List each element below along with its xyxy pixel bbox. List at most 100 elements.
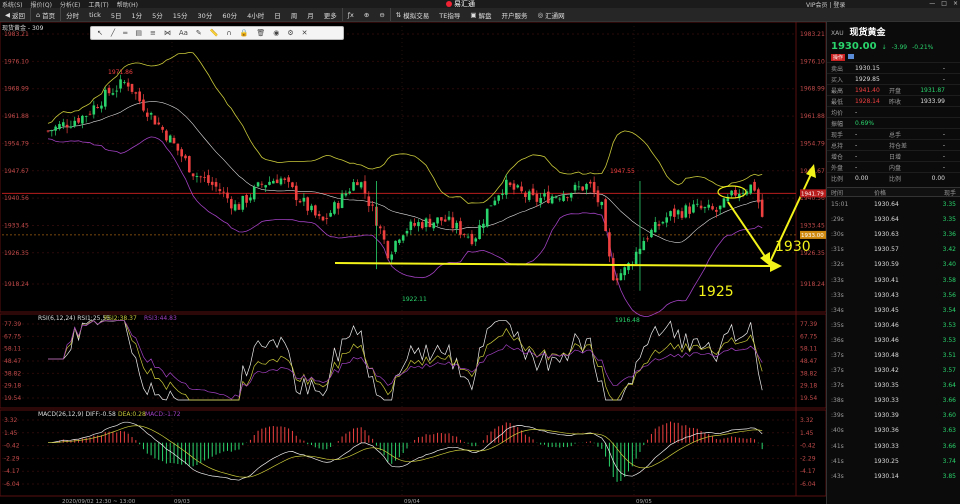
macd-axis-label-left: -0.42 bbox=[4, 443, 20, 450]
candle-body bbox=[711, 206, 714, 210]
candle-body bbox=[440, 217, 443, 221]
cursor-icon[interactable]: ↖ bbox=[97, 29, 103, 37]
candle-body bbox=[310, 205, 313, 211]
candle-body bbox=[741, 192, 745, 194]
period-1min[interactable]: 1分 bbox=[126, 8, 147, 21]
quote-value-2: 1931.87 bbox=[920, 86, 945, 94]
period-60min[interactable]: 60分 bbox=[217, 8, 242, 21]
candle-body bbox=[757, 189, 760, 203]
candle-body bbox=[359, 182, 363, 188]
zoom-out-icon[interactable]: ⊖ bbox=[374, 8, 389, 21]
kline-chart[interactable]: 77.39 77.39 67.75 67.75 58.11 58.11 48.47 48.47… bbox=[0, 22, 826, 504]
sim-trade-button[interactable]: ⇅ 模拟交易 bbox=[389, 8, 434, 21]
period-5min[interactable]: 5分 bbox=[147, 8, 168, 21]
candle-body bbox=[390, 254, 394, 260]
quote-value: 1928.14 bbox=[855, 97, 880, 105]
channel-icon[interactable]: ▤ bbox=[135, 29, 142, 37]
macd-axis-label-right: -0.42 bbox=[800, 443, 816, 450]
close-icon[interactable]: ✕ bbox=[302, 29, 308, 37]
analysis-button[interactable]: ▣ 解盘 bbox=[465, 8, 496, 21]
minimize-icon[interactable]: — bbox=[929, 0, 935, 7]
tick-size: 3.51 bbox=[942, 351, 956, 359]
candle-body bbox=[478, 225, 481, 240]
period-day[interactable]: 日 bbox=[269, 8, 286, 21]
info-tag-icon[interactable] bbox=[848, 54, 855, 59]
candle-body bbox=[264, 185, 267, 188]
fx678-link[interactable]: ◎ 汇通网 bbox=[532, 8, 569, 21]
period-5day[interactable]: 5日 bbox=[106, 8, 127, 21]
period-15min[interactable]: 15分 bbox=[168, 8, 193, 21]
level-1930-label: 1930 bbox=[775, 239, 811, 255]
rsi-axis-label-left: 48.47 bbox=[4, 358, 21, 365]
indicator-fx-icon[interactable]: ƒx bbox=[341, 8, 359, 21]
quote-row: 最高 1941.40 开盘 1931.87 bbox=[827, 84, 960, 95]
period-tick[interactable]: tick bbox=[84, 8, 106, 21]
app-logo-icon bbox=[446, 1, 452, 7]
period-4h[interactable]: 4小时 bbox=[242, 8, 269, 21]
zoom-in-icon[interactable]: ⊕ bbox=[359, 8, 374, 21]
trash-icon[interactable]: 🗑 bbox=[256, 29, 265, 37]
candle-body bbox=[459, 221, 462, 235]
candle-body bbox=[65, 124, 69, 128]
tick-price: 1930.14 bbox=[873, 472, 899, 480]
candle-body bbox=[554, 196, 558, 198]
chart-area[interactable]: 现货黄金 - 309 77.39 77.39 67.75 67.75 58.11 58.1… bbox=[0, 22, 826, 504]
candle-body bbox=[233, 204, 237, 211]
magnet-icon[interactable]: ∩ bbox=[226, 29, 231, 37]
tick-price: 1930.57 bbox=[873, 246, 899, 254]
analysis-icon: ▣ bbox=[470, 10, 477, 19]
tick-size: 3.56 bbox=[942, 291, 956, 299]
period-more[interactable]: 更多 bbox=[319, 8, 342, 21]
macd-axis-label-left: -6.04 bbox=[4, 481, 20, 488]
pattern-icon[interactable]: ⋈ bbox=[164, 29, 171, 37]
te-guide-button[interactable]: TE指导 bbox=[434, 8, 465, 21]
line-icon[interactable]: ╱ bbox=[111, 29, 115, 37]
candle-body bbox=[615, 278, 619, 281]
quote-value: 1930.15 bbox=[855, 64, 880, 72]
candle-body bbox=[287, 177, 290, 182]
ruler-icon[interactable]: 📏 bbox=[210, 29, 219, 37]
trade-tag[interactable]: 操作 bbox=[831, 54, 846, 61]
period-30min[interactable]: 30分 bbox=[193, 8, 218, 21]
quote-value-2: - bbox=[942, 141, 945, 149]
quote-label-2: 比例 bbox=[889, 175, 902, 183]
maximize-icon[interactable]: □ bbox=[941, 0, 947, 7]
lock-icon[interactable]: 🔒 bbox=[240, 29, 249, 37]
macd-axis-label-right: -2.29 bbox=[800, 455, 816, 462]
quote-row: 振幅 0.69% bbox=[827, 117, 960, 128]
close-window-icon[interactable]: × bbox=[953, 0, 958, 7]
candle-body bbox=[46, 130, 50, 132]
tick-time: :33s bbox=[831, 276, 844, 284]
candle-body bbox=[123, 81, 126, 83]
candle-body bbox=[470, 233, 474, 245]
rsi-axis-label-left: 29.18 bbox=[4, 383, 21, 390]
candle-body bbox=[718, 205, 722, 210]
hline-icon[interactable]: ═ bbox=[123, 29, 127, 37]
fib-icon[interactable]: ≡ bbox=[150, 29, 156, 37]
settings-icon[interactable]: ⚙ bbox=[287, 29, 293, 37]
candle-body bbox=[184, 155, 187, 159]
pen-icon[interactable]: ✎ bbox=[196, 29, 202, 37]
tick-row: :33s 1930.41 3.58 bbox=[827, 272, 960, 287]
open-account-button[interactable]: 开户服务 bbox=[496, 8, 532, 21]
date-axis-label: 09/03 bbox=[174, 499, 190, 504]
text-icon[interactable]: Aa bbox=[179, 29, 188, 37]
home-button[interactable]: ⌂ 首页 bbox=[30, 8, 60, 21]
candle-body bbox=[661, 222, 665, 224]
quote-label: 增仓 bbox=[831, 153, 844, 161]
period-week[interactable]: 周 bbox=[286, 8, 303, 21]
eye-icon[interactable]: ◉ bbox=[273, 29, 279, 37]
candle-body bbox=[623, 267, 626, 276]
candle-body bbox=[260, 183, 264, 185]
tick-price: 1930.42 bbox=[873, 367, 899, 375]
candle-body bbox=[249, 197, 252, 201]
candle-body bbox=[646, 238, 649, 240]
candle-body bbox=[730, 190, 733, 196]
tick-row: :39s 1930.39 3.60 bbox=[827, 408, 960, 423]
tick-size: 3.66 bbox=[942, 442, 956, 450]
candle-body bbox=[566, 197, 569, 198]
period-month[interactable]: 月 bbox=[302, 8, 319, 21]
back-button[interactable]: ◀ 返回 bbox=[0, 8, 30, 21]
tick-table[interactable]: 15:01 1930.64 3.35:29s 1930.64 3.35:30s 1930.… bbox=[827, 197, 960, 484]
period-timeshare[interactable]: 分时 bbox=[60, 8, 84, 21]
